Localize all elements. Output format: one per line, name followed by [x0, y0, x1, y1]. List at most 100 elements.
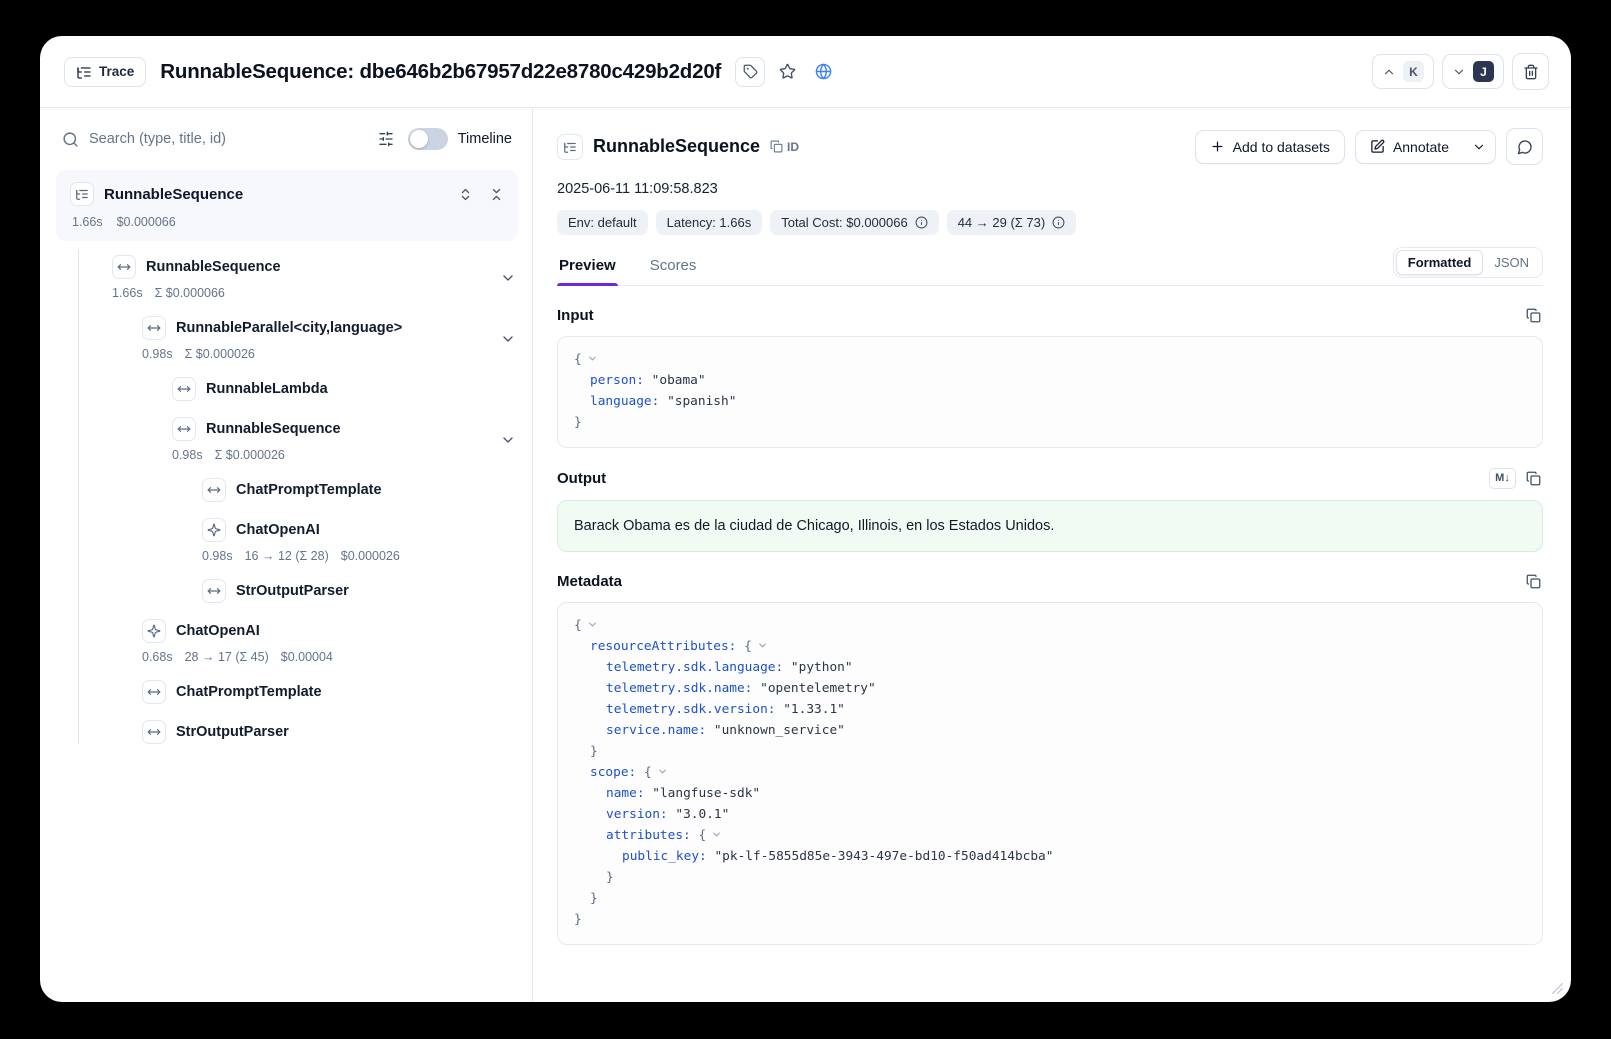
prev-trace-button[interactable]: K [1372, 54, 1434, 89]
json-line: telemetry.sdk.language: "python" [574, 658, 1526, 679]
trace-root-meta: 1.66s $0.000066 [70, 215, 506, 229]
chevron-down-icon[interactable] [500, 432, 516, 448]
detail-tabs: Preview Scores Formatted JSON [557, 247, 1543, 286]
trace-tree-item[interactable]: RunnableSequence0.98sΣ $0.000026 [40, 409, 532, 470]
tag-button[interactable] [735, 57, 765, 87]
tree-search-row: Timeline [40, 108, 532, 162]
node-label: RunnableSequence [206, 421, 341, 437]
span-icon [112, 255, 136, 279]
metric-badge: Latency: 1.66s [656, 210, 763, 235]
json-line: resourceAttributes: { [574, 637, 1526, 658]
globe-icon [815, 63, 832, 80]
copy-input-button[interactable] [1524, 306, 1543, 325]
trace-tree-item[interactable]: StrOutputParser [40, 571, 532, 611]
format-toggle-formatted[interactable]: Formatted [1396, 250, 1484, 275]
resize-handle[interactable] [1551, 982, 1564, 995]
json-line: { [574, 616, 1526, 637]
json-line: } [574, 742, 1526, 763]
trace-tree-sidebar: Timeline RunnableSequence [40, 108, 533, 1002]
trace-tree-item[interactable]: RunnableParallel<city,language>0.98sΣ $0… [40, 308, 532, 369]
trace-cost: $0.000066 [117, 215, 176, 229]
trace-root-item[interactable]: RunnableSequence [56, 170, 518, 241]
expand-all-button[interactable] [456, 185, 475, 204]
timeline-label: Timeline [458, 131, 512, 147]
copy-metadata-button[interactable] [1524, 572, 1543, 591]
chevron-down-icon[interactable] [500, 270, 516, 286]
json-line: telemetry.sdk.version: "1.33.1" [574, 700, 1526, 721]
collapse-node-chevron-icon[interactable] [657, 766, 668, 777]
trace-type-badge[interactable]: Trace [64, 57, 146, 87]
copy-icon [770, 140, 783, 153]
sliders-icon [378, 131, 394, 147]
trace-tree-item[interactable]: StrOutputParser [40, 712, 532, 752]
copy-id-button[interactable]: ID [770, 140, 799, 154]
markdown-toggle-button[interactable]: M↓ [1489, 468, 1516, 489]
metadata-section-title: Metadata [557, 573, 622, 590]
metadata-section-header: Metadata [557, 572, 1543, 591]
plus-icon [1210, 139, 1225, 154]
public-share-button[interactable] [809, 58, 837, 86]
timeline-toggle[interactable] [408, 128, 448, 150]
node-label: ChatPromptTemplate [176, 684, 322, 700]
trace-title: RunnableSequence: dbe646b2b67957d22e8780… [160, 60, 721, 84]
json-line: } [574, 413, 1526, 434]
node-label: RunnableParallel<city,language> [176, 320, 402, 336]
filter-button[interactable] [378, 131, 394, 147]
copy-output-button[interactable] [1524, 469, 1543, 488]
input-code-block: {person: "obama"language: "spanish"} [557, 336, 1543, 448]
json-line: public_key: "pk-lf-5855d85e-3943-497e-bd… [574, 847, 1526, 868]
info-icon[interactable] [915, 216, 928, 229]
collapse-node-chevron-icon[interactable] [587, 619, 598, 630]
node-label: StrOutputParser [176, 724, 289, 740]
delete-trace-button[interactable] [1512, 53, 1549, 90]
trace-root-label: RunnableSequence [104, 186, 243, 203]
badge-row: Env: defaultLatency: 1.66sTotal Cost: $0… [557, 210, 1543, 235]
trace-tree-item[interactable]: RunnableSequence1.66sΣ $0.000066 [40, 247, 532, 308]
collapse-node-chevron-icon[interactable] [757, 640, 768, 651]
trace-tree-item[interactable]: ChatOpenAI0.68s28 → 17 (Σ 45)$0.00004 [40, 611, 532, 672]
tree-scroll-area[interactable]: RunnableSequence1.66sΣ $0.000066Runnable… [40, 241, 532, 1002]
node-label: StrOutputParser [236, 583, 349, 599]
json-line: person: "obama" [574, 371, 1526, 392]
trace-duration: 1.66s [72, 215, 103, 229]
chevron-down-icon[interactable] [500, 331, 516, 347]
observation-title: RunnableSequence [593, 136, 760, 157]
input-section-header: Input [557, 306, 1543, 325]
observation-detail-panel: RunnableSequence ID [533, 108, 1571, 1002]
trace-tree-items: RunnableSequence1.66sΣ $0.000066Runnable… [40, 247, 532, 752]
shortcut-key-k: K [1403, 61, 1424, 82]
format-toggle-json[interactable]: JSON [1483, 251, 1540, 274]
node-meta: 1.66sΣ $0.000066 [112, 286, 281, 300]
next-trace-button[interactable]: J [1442, 54, 1504, 89]
trace-header: Trace RunnableSequence: dbe646b2b67957d2… [40, 36, 1571, 108]
span-icon [172, 417, 196, 441]
copy-icon [1526, 471, 1541, 486]
chevron-down-icon [1472, 140, 1486, 154]
collapse-node-chevron-icon[interactable] [587, 353, 598, 364]
chevrons-down-up-icon [489, 187, 504, 202]
tab-preview[interactable]: Preview [557, 247, 618, 285]
node-meta: 0.68s28 → 17 (Σ 45)$0.00004 [142, 650, 333, 664]
detail-scroll-area[interactable]: RunnableSequence ID [533, 108, 1571, 1002]
annotate-button[interactable]: Annotate [1355, 130, 1464, 164]
search-input[interactable] [89, 131, 368, 147]
bookmark-button[interactable] [773, 58, 801, 86]
annotate-dropdown-button[interactable] [1463, 130, 1496, 164]
collapse-all-button[interactable] [487, 185, 506, 204]
collapse-node-chevron-icon[interactable] [711, 829, 722, 840]
chevron-up-icon [1382, 65, 1396, 79]
trace-tree-item[interactable]: ChatPromptTemplate [40, 672, 532, 712]
comments-button[interactable] [1506, 128, 1543, 165]
metric-badge: 44 → 29 (Σ 73) [947, 210, 1077, 235]
span-icon [142, 720, 166, 744]
trace-tree-item[interactable]: ChatPromptTemplate [40, 470, 532, 510]
trace-tree-item[interactable]: ChatOpenAI0.98s16 → 12 (Σ 28)$0.000026 [40, 510, 532, 571]
json-line: service.name: "unknown_service" [574, 721, 1526, 742]
edit-icon [1370, 139, 1385, 154]
trace-tree-item[interactable]: RunnableLambda [40, 369, 532, 409]
tab-scores[interactable]: Scores [648, 247, 699, 285]
info-icon[interactable] [1052, 216, 1065, 229]
add-to-datasets-button[interactable]: Add to datasets [1195, 130, 1345, 164]
shortcut-key-j: J [1473, 61, 1494, 82]
json-line: } [574, 889, 1526, 910]
